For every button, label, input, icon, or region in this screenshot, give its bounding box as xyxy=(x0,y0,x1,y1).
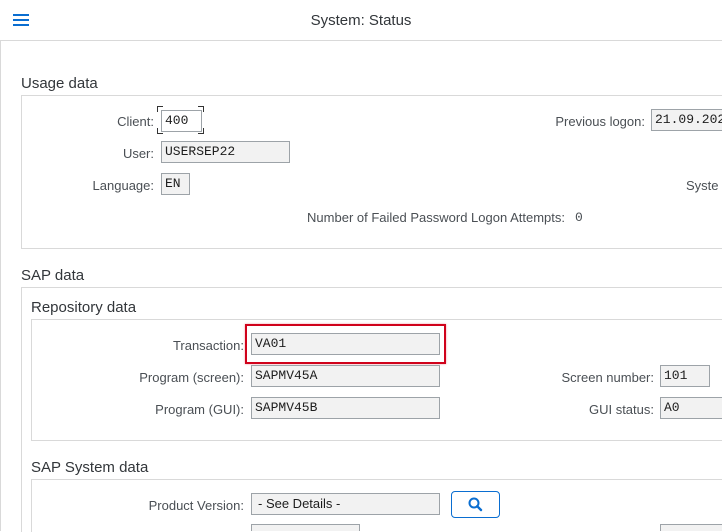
user-field[interactable]: USERSEP22 xyxy=(161,141,290,163)
screen-number-label: Screen number: xyxy=(561,370,655,385)
client-label: Client: xyxy=(117,114,154,129)
previous-logon-field[interactable]: 21.09.202 xyxy=(651,109,722,131)
focus-corner xyxy=(157,106,163,112)
client-field[interactable]: 400 xyxy=(161,110,202,132)
next-row-field[interactable] xyxy=(251,524,360,531)
usage-data-title: Usage data xyxy=(21,75,98,92)
magnifier-icon xyxy=(468,497,483,512)
page-title: System: Status xyxy=(310,12,412,29)
sap-data-title: SAP data xyxy=(21,267,85,284)
details-button[interactable] xyxy=(451,491,500,518)
transaction-label: Transaction: xyxy=(172,338,244,353)
title-bar: System: Status xyxy=(0,0,722,41)
program-screen-label: Program (screen): xyxy=(139,370,244,385)
left-border xyxy=(0,40,1,531)
language-label: Language: xyxy=(92,178,154,193)
failed-attempts-label: Number of Failed Password Logon Attempts… xyxy=(307,210,565,225)
gui-status-label: GUI status: xyxy=(588,402,654,417)
product-version-select[interactable]: - See Details - xyxy=(251,493,440,515)
screen-number-field[interactable]: 101 xyxy=(660,365,710,387)
previous-logon-label: Previous logon: xyxy=(555,114,645,129)
focus-corner xyxy=(157,128,163,134)
repository-data-title: Repository data xyxy=(31,299,137,316)
next-row-field-right[interactable] xyxy=(660,524,722,531)
focus-corner xyxy=(198,106,204,112)
failed-attempts-value: 0 xyxy=(575,210,583,225)
program-gui-field[interactable]: SAPMV45B xyxy=(251,397,440,419)
focus-corner xyxy=(198,128,204,134)
sap-system-data-title: SAP System data xyxy=(31,459,149,476)
language-field[interactable]: EN xyxy=(161,173,190,195)
highlight-box xyxy=(245,324,446,364)
product-version-label: Product Version: xyxy=(148,498,244,513)
user-label: User: xyxy=(122,146,154,161)
program-gui-label: Program (GUI): xyxy=(155,402,244,417)
gui-status-field[interactable]: A0 xyxy=(660,397,722,419)
system-label: Syste xyxy=(686,178,719,193)
program-screen-field[interactable]: SAPMV45A xyxy=(251,365,440,387)
